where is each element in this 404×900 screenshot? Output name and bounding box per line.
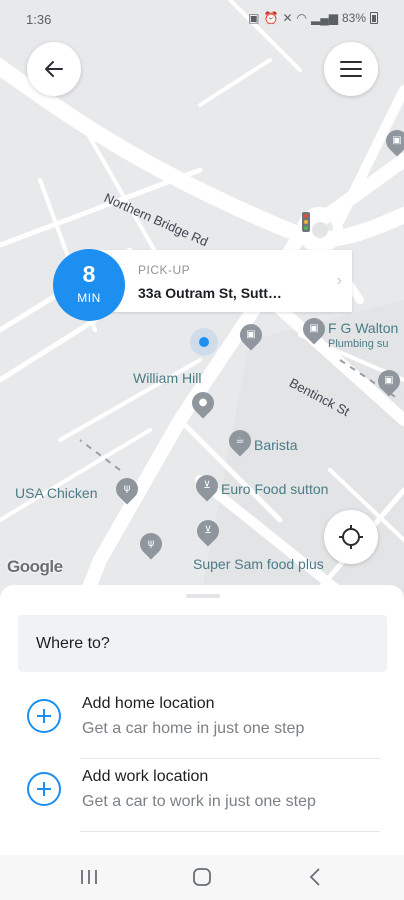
status-icons: ▣ ⏰ ✕ ◠ ▂▄▆ 83% <box>248 11 378 25</box>
pickup-address: 33a Outram St, Sutt… <box>138 285 282 301</box>
recenter-button[interactable] <box>324 510 378 564</box>
battery-icon <box>370 12 378 24</box>
eta-value: 8 <box>82 261 96 287</box>
lock-icon: ▣ <box>248 11 260 25</box>
arrow-left-icon <box>45 61 63 77</box>
recent-apps-icon[interactable] <box>80 869 98 885</box>
place-label[interactable]: F G Walton <box>328 320 398 336</box>
item-subtitle: Get a car to work in just one step <box>82 793 316 810</box>
item-subtitle: Get a car home in just one step <box>82 720 305 737</box>
status-time: 1:36 <box>26 12 52 27</box>
place-label[interactable]: Barista <box>254 437 298 453</box>
place-label[interactable]: Super Sam food plus <box>193 556 324 572</box>
eta-badge: 8 MIN <box>53 249 125 321</box>
destination-search-input[interactable]: Where to? <box>18 615 387 672</box>
item-title: Add work location <box>82 768 209 785</box>
place-label: Plumbing su <box>328 338 389 350</box>
system-nav-bar <box>0 855 404 900</box>
back-button[interactable] <box>27 42 81 96</box>
place-label[interactable]: William Hill <box>133 370 201 386</box>
menu-button[interactable] <box>324 42 378 96</box>
eta-unit: MIN <box>77 291 101 305</box>
drag-handle[interactable] <box>186 594 220 598</box>
wifi-icon: ◠ <box>296 11 307 25</box>
home-icon[interactable] <box>192 868 212 886</box>
item-title: Add home location <box>82 695 215 712</box>
plus-circle-icon <box>27 772 61 806</box>
back-nav-icon[interactable] <box>308 868 322 886</box>
current-location-dot <box>190 328 218 356</box>
bottom-sheet: Where to? Add home location Get a car ho… <box>0 585 404 855</box>
battery-percent: 83% <box>341 11 366 25</box>
place-label[interactable]: Euro Food sutton <box>221 481 328 497</box>
add-home-location-item[interactable]: Add home location Get a car home in just… <box>0 685 404 759</box>
alarm-icon: ⏰ <box>263 11 279 25</box>
google-logo: Google <box>7 557 63 576</box>
hamburger-icon <box>340 61 362 77</box>
status-bar: 1:36 ▣ ⏰ ✕ ◠ ▂▄▆ 83% <box>0 0 404 40</box>
add-work-location-item[interactable]: Add work location Get a car to work in j… <box>0 758 404 832</box>
divider <box>80 831 380 832</box>
pickup-label: PICK-UP <box>138 263 191 277</box>
place-label[interactable]: USA Chicken <box>15 485 97 501</box>
mute-icon: ✕ <box>282 11 293 25</box>
signal-icon: ▂▄▆ <box>311 11 338 25</box>
chevron-right-icon: › <box>336 272 342 289</box>
pickup-card[interactable]: PICK-UP 33a Outram St, Sutt… › <box>100 250 352 312</box>
crosshair-icon <box>339 525 363 549</box>
plus-circle-icon <box>27 699 61 733</box>
search-placeholder: Where to? <box>36 635 110 652</box>
